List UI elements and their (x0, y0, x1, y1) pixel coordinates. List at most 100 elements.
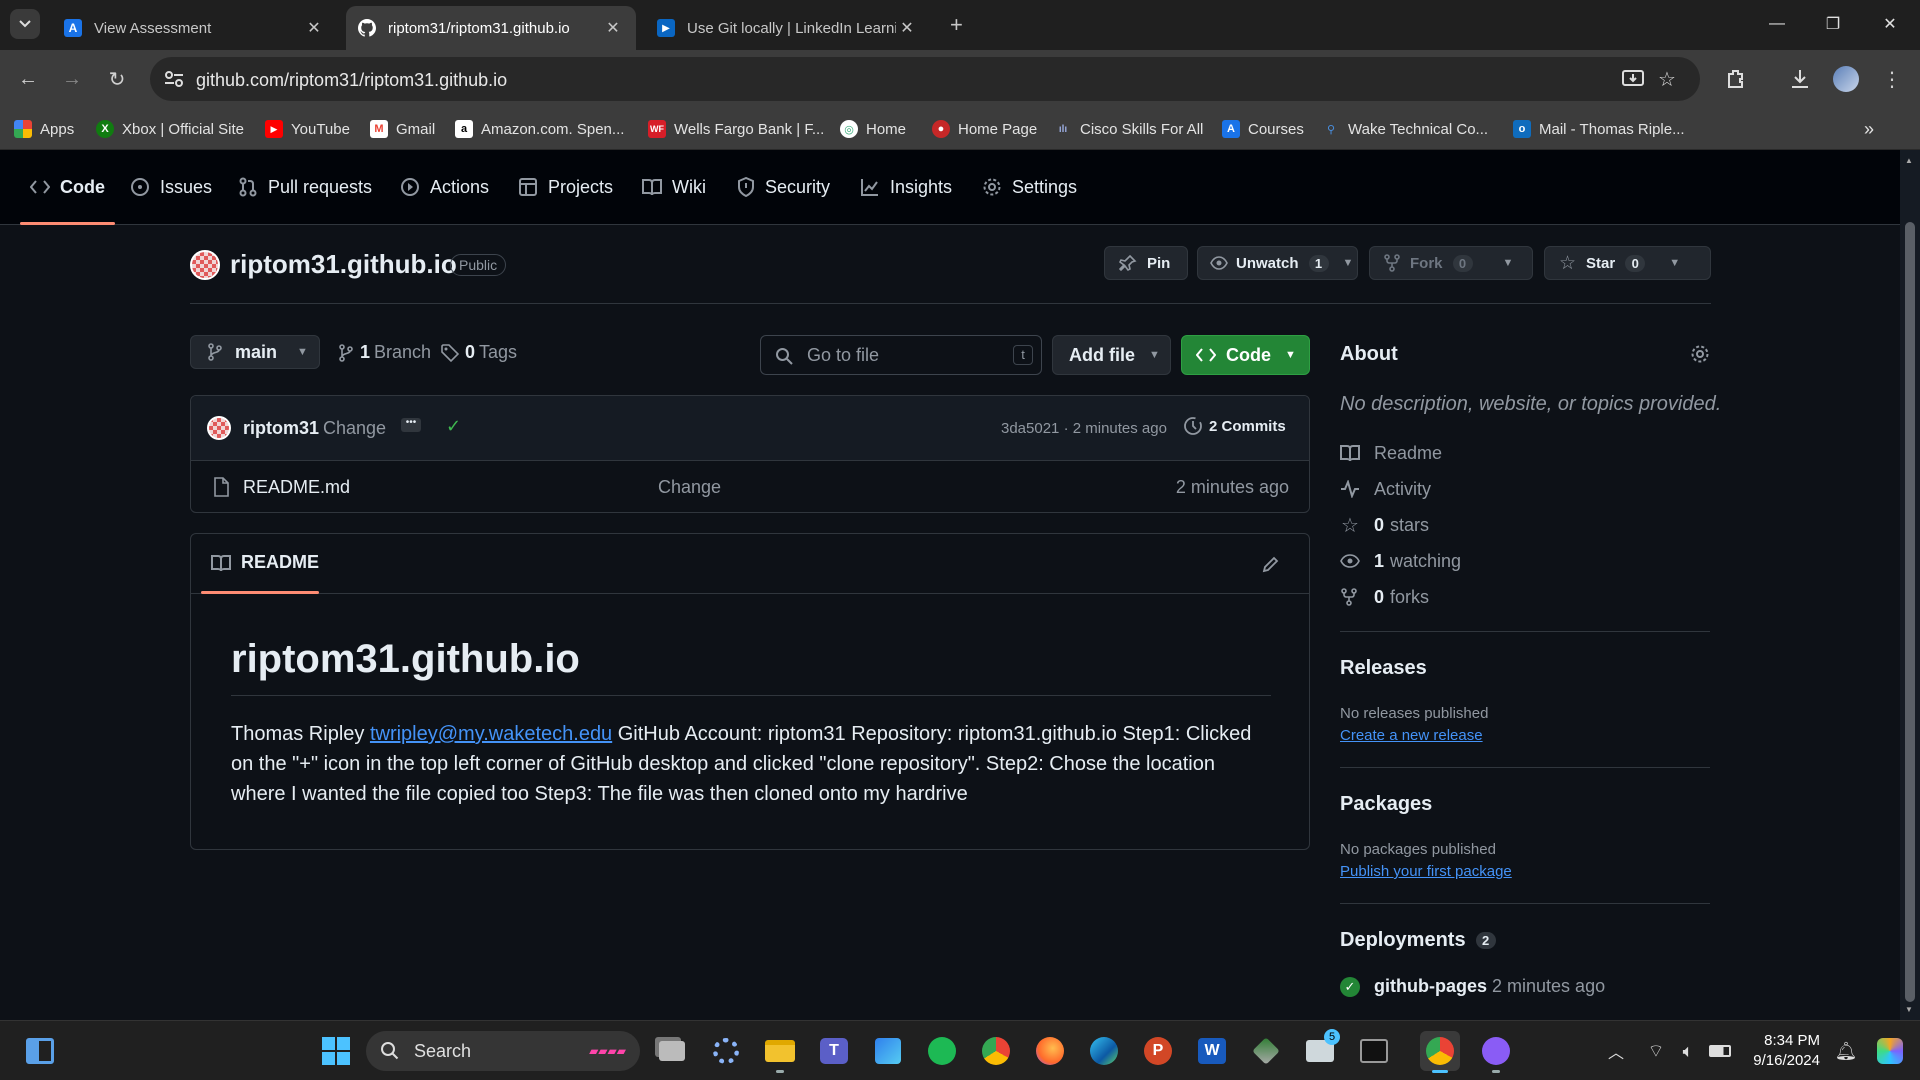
photos-icon[interactable] (868, 1031, 908, 1071)
spotify-icon[interactable] (922, 1031, 962, 1071)
tag-count-link[interactable]: 0 Tags (441, 342, 517, 363)
edge-icon[interactable] (1084, 1031, 1124, 1071)
code-button[interactable]: Code ▼ (1181, 335, 1310, 375)
menu-dots-icon[interactable]: ⋮ (1876, 63, 1908, 95)
email-link[interactable]: twripley@my.waketech.edu (370, 723, 612, 745)
github-desktop-icon[interactable] (1476, 1031, 1516, 1073)
deployments-title[interactable]: Deployments 2 (1340, 929, 1496, 952)
commit-author[interactable]: riptom31 (243, 418, 319, 439)
create-release-link[interactable]: Create a new release (1340, 727, 1483, 744)
add-file-button[interactable]: Add file ▼ (1052, 335, 1171, 375)
file-name[interactable]: README.md (243, 477, 350, 498)
bookmark-wells-fargo[interactable]: WF Wells Fargo Bank | F... (648, 116, 824, 142)
page-scrollbar[interactable]: ▲ ▼ (1900, 150, 1920, 1020)
go-to-file-input[interactable]: Go to file t (760, 335, 1042, 375)
commit-hash-time[interactable]: 3da5021 · 2 minutes ago (1001, 420, 1167, 437)
widgets-icon[interactable] (20, 1031, 60, 1071)
download-icon[interactable] (1784, 63, 1816, 95)
taskbar-search-box[interactable]: Search ▰▰▰▰ (366, 1031, 640, 1071)
show-hidden-icons-chevron-icon[interactable]: ︿ (1596, 1031, 1636, 1071)
close-icon[interactable]: ✕ (303, 17, 325, 39)
bookmark-amazon[interactable]: a Amazon.com. Spen... (455, 116, 624, 142)
fork-button[interactable]: Fork 0 ▼ (1369, 246, 1533, 280)
word-icon[interactable]: W (1192, 1031, 1232, 1071)
activity-link[interactable]: Activity (1340, 476, 1431, 502)
owner-avatar[interactable] (190, 250, 220, 280)
app-with-badge-icon[interactable]: 5 (1300, 1029, 1340, 1071)
tab-issues[interactable]: Issues (130, 170, 212, 204)
bookmark-apps[interactable]: Apps (14, 116, 74, 142)
bookmark-courses[interactable]: A Courses (1222, 116, 1304, 142)
tab-linkedin-learning[interactable]: ▶ Use Git locally | LinkedIn Learnin ✕ (645, 6, 930, 50)
more-bookmarks-chevron-icon[interactable]: » (1864, 116, 1874, 142)
readme-tab[interactable]: README (211, 552, 319, 573)
task-view-icon[interactable] (652, 1031, 692, 1071)
bookmark-gmail[interactable]: M Gmail (370, 116, 435, 142)
file-explorer-icon[interactable] (760, 1031, 800, 1073)
star-button[interactable]: ☆ Star 0 ▼ (1544, 246, 1711, 280)
bookmark-wake-tech[interactable]: ⚲ Wake Technical Co... (1322, 116, 1488, 142)
cisco-packet-tracer-icon[interactable] (1246, 1031, 1286, 1071)
bookmark-mail[interactable]: o Mail - Thomas Riple... (1513, 116, 1685, 142)
pencil-icon[interactable] (1261, 554, 1281, 574)
close-icon[interactable]: ✕ (602, 17, 624, 39)
tab-search-button[interactable] (10, 9, 40, 39)
tab-insights[interactable]: Insights (860, 170, 952, 204)
bookmark-cisco[interactable]: ılı Cisco Skills For All (1054, 116, 1204, 142)
back-arrow-icon[interactable]: ← (12, 63, 44, 95)
site-settings-icon[interactable] (164, 70, 184, 88)
chrome-active-icon[interactable] (1420, 1031, 1460, 1073)
window-close-icon[interactable]: ✕ (1870, 8, 1910, 40)
close-icon[interactable]: ✕ (896, 17, 918, 39)
table-row[interactable]: README.md Change 2 minutes ago (191, 462, 1309, 512)
commits-link[interactable]: 2 Commits (1183, 416, 1286, 436)
powerpoint-icon[interactable]: P (1138, 1031, 1178, 1071)
stars-link[interactable]: ☆ 0 stars (1340, 512, 1429, 538)
publish-package-link[interactable]: Publish your first package (1340, 863, 1512, 880)
windows-start-icon[interactable] (316, 1031, 356, 1071)
bookmark-xbox[interactable]: X Xbox | Official Site (96, 116, 244, 142)
bookmark-home[interactable]: ◎ Home (840, 116, 906, 142)
install-app-icon[interactable] (1622, 69, 1644, 89)
file-commit-message[interactable]: Change (658, 477, 721, 498)
tab-security[interactable]: Security (737, 170, 830, 204)
battery-icon[interactable] (1700, 1031, 1740, 1071)
tab-settings[interactable]: Settings (982, 170, 1077, 204)
firefox-icon[interactable] (1030, 1031, 1070, 1071)
releases-title[interactable]: Releases (1340, 657, 1427, 680)
settings-gear-icon[interactable] (706, 1031, 746, 1071)
profile-avatar[interactable] (1830, 63, 1862, 95)
scroll-down-arrow-icon[interactable]: ▼ (1905, 1005, 1913, 1014)
address-bar[interactable]: github.com/riptom31/riptom31.github.io ☆ (150, 57, 1700, 101)
notification-bell-icon[interactable]: 🔔︎ (1826, 1031, 1866, 1071)
ellipsis-icon[interactable]: ••• (401, 418, 421, 432)
teams-icon[interactable]: T (814, 1031, 854, 1071)
scrollbar-thumb[interactable] (1905, 222, 1915, 1002)
tab-pull-requests[interactable]: Pull requests (238, 170, 372, 204)
restore-icon[interactable]: ❐ (1813, 8, 1853, 40)
forks-link[interactable]: 0 forks (1340, 584, 1429, 610)
copilot-icon[interactable] (1870, 1031, 1910, 1071)
extensions-icon[interactable] (1720, 63, 1752, 95)
tab-view-assessment[interactable]: A View Assessment ✕ (52, 6, 337, 50)
branch-count-link[interactable]: 1 Branch (338, 342, 431, 363)
bookmark-youtube[interactable]: ▶ YouTube (265, 116, 350, 142)
commit-message[interactable]: Change (323, 418, 386, 439)
repo-name[interactable]: riptom31.github.io (230, 249, 457, 280)
pin-button[interactable]: Pin (1104, 246, 1188, 280)
scroll-up-arrow-icon[interactable]: ▲ (1905, 156, 1913, 165)
chrome-icon[interactable] (976, 1031, 1016, 1071)
forward-arrow-icon[interactable]: → (56, 63, 88, 95)
clock[interactable]: 8:34 PM 9/16/2024 (1744, 1031, 1820, 1071)
watching-link[interactable]: 1 watching (1340, 548, 1461, 574)
packages-title[interactable]: Packages (1340, 793, 1432, 816)
reload-icon[interactable]: ↻ (101, 63, 133, 95)
branch-select-button[interactable]: main ▼ (190, 335, 320, 369)
terminal-icon[interactable] (1354, 1031, 1394, 1071)
minimize-icon[interactable]: — (1757, 8, 1797, 40)
bookmark-home-page[interactable]: ● Home Page (932, 116, 1037, 142)
tab-github-repo[interactable]: riptom31/riptom31.github.io ✕ (346, 6, 636, 50)
unwatch-button[interactable]: Unwatch 1 ▼ (1197, 246, 1358, 280)
tab-wiki[interactable]: Wiki (642, 170, 706, 204)
bookmark-star-icon[interactable]: ☆ (1658, 67, 1676, 92)
